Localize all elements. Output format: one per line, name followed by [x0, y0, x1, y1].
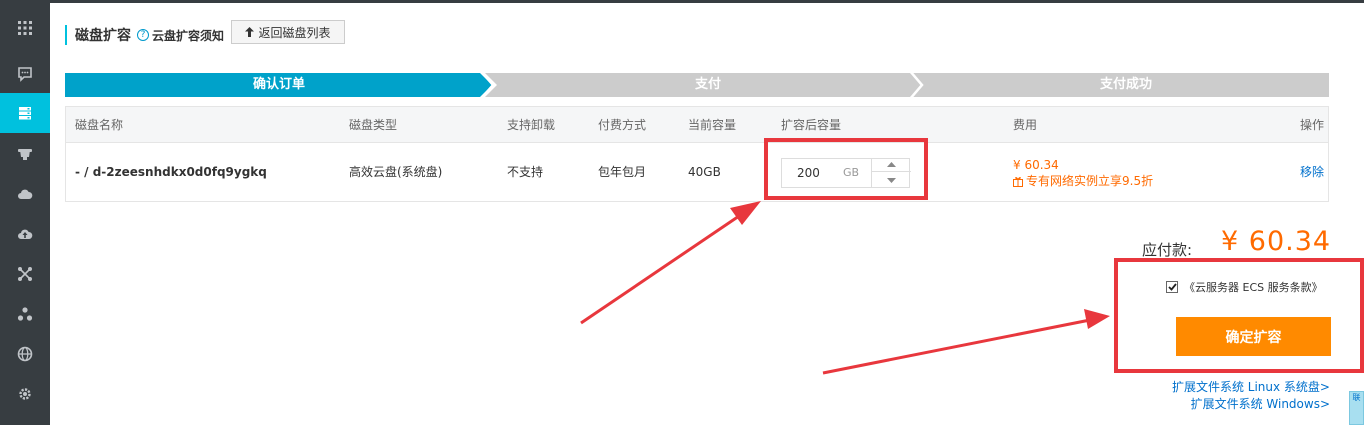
- back-to-disk-list-button[interactable]: 返回磁盘列表: [231, 20, 345, 44]
- fee-amount: ¥ 60.34: [1013, 158, 1059, 172]
- cluster-icon: [17, 307, 33, 321]
- order-steps: 确认订单 支付 支付成功: [65, 73, 1329, 97]
- col-current-capacity: 当前容量: [688, 118, 737, 132]
- ext-windows-link[interactable]: 扩展文件系统 Windows>: [1140, 395, 1330, 412]
- table-header: 磁盘名称 磁盘类型 支持卸载 付费方式 当前容量 扩容后容量 费用 操作: [66, 107, 1328, 143]
- message-icon: [18, 67, 32, 82]
- sidebar-item-network[interactable]: [0, 254, 50, 294]
- step-confirm-order: 确认订单: [252, 77, 305, 92]
- disk-icon: [19, 107, 31, 120]
- sidebar-item-robot[interactable]: [0, 134, 50, 174]
- up-arrow-icon: [245, 27, 255, 37]
- sidebar-item-cloud[interactable]: [0, 174, 50, 214]
- promo-text: 专有网络实例立享9.5折: [1026, 174, 1154, 188]
- col-disk-type: 磁盘类型: [349, 118, 398, 132]
- annotation-box-capacity: [764, 138, 928, 200]
- gear-icon: [19, 388, 31, 400]
- back-button-label: 返回磁盘列表: [258, 25, 331, 40]
- annotation-box-confirm: [1114, 258, 1364, 373]
- grid-icon: [18, 21, 32, 35]
- col-billing: 付费方式: [598, 118, 647, 132]
- help-link[interactable]: 云盘扩容须知: [152, 27, 224, 44]
- robot-icon: [18, 149, 32, 160]
- current-capacity-cell: 40GB: [688, 165, 721, 179]
- cloud-icon: [18, 189, 33, 199]
- page-header: 磁盘扩容 ? 云盘扩容须知: [65, 25, 224, 45]
- step-payment: 支付: [694, 77, 721, 92]
- ext-linux-link[interactable]: 扩展文件系统 Linux 系统盘>: [1140, 378, 1330, 395]
- sidebar-item-disk[interactable]: [0, 93, 50, 133]
- disk-name-cell: - / d-2zeesnhdkx0d0fq9ygkq: [75, 165, 267, 179]
- col-action: 操作: [1300, 118, 1325, 132]
- total-amount: ¥ 60.34: [1221, 226, 1332, 257]
- sidebar: [0, 3, 50, 425]
- col-detachable: 支持卸载: [507, 118, 556, 132]
- sidebar-item-home[interactable]: [0, 8, 50, 48]
- gift-icon: [1013, 176, 1023, 187]
- help-icon[interactable]: ?: [137, 29, 149, 41]
- col-disk-name: 磁盘名称: [75, 118, 124, 132]
- disk-type-cell: 高效云盘(系统盘): [349, 165, 443, 179]
- contact-tab[interactable]: 联: [1349, 391, 1364, 425]
- sidebar-item-cluster[interactable]: [0, 294, 50, 334]
- billing-cell: 包年包月: [598, 165, 647, 179]
- detachable-cell: 不支持: [507, 165, 544, 179]
- main-content: 磁盘扩容 ? 云盘扩容须知 返回磁盘列表 确认订单 支付 支付成功 磁盘名称 磁…: [50, 3, 1364, 425]
- col-fee: 费用: [1013, 118, 1038, 132]
- globe-icon: [17, 346, 33, 362]
- network-icon: [18, 267, 32, 281]
- remove-link[interactable]: 移除: [1300, 143, 1324, 201]
- cloud-upload-icon: [18, 229, 33, 239]
- fee-cell: ¥ 60.34 专有网络实例立享9.5折: [1013, 157, 1153, 189]
- step-payment-success: 支付成功: [1099, 77, 1152, 92]
- promo-line: 专有网络实例立享9.5折: [1013, 173, 1153, 189]
- sidebar-item-global[interactable]: [0, 334, 50, 374]
- sidebar-item-messages[interactable]: [0, 54, 50, 94]
- page-title: 磁盘扩容: [75, 28, 131, 44]
- sidebar-item-settings[interactable]: [0, 374, 50, 414]
- disk-table: 磁盘名称 磁盘类型 支持卸载 付费方式 当前容量 扩容后容量 费用 操作 - /…: [65, 106, 1329, 202]
- total-label: 应付款:: [1142, 241, 1193, 259]
- sidebar-item-cloud-upload[interactable]: [0, 214, 50, 254]
